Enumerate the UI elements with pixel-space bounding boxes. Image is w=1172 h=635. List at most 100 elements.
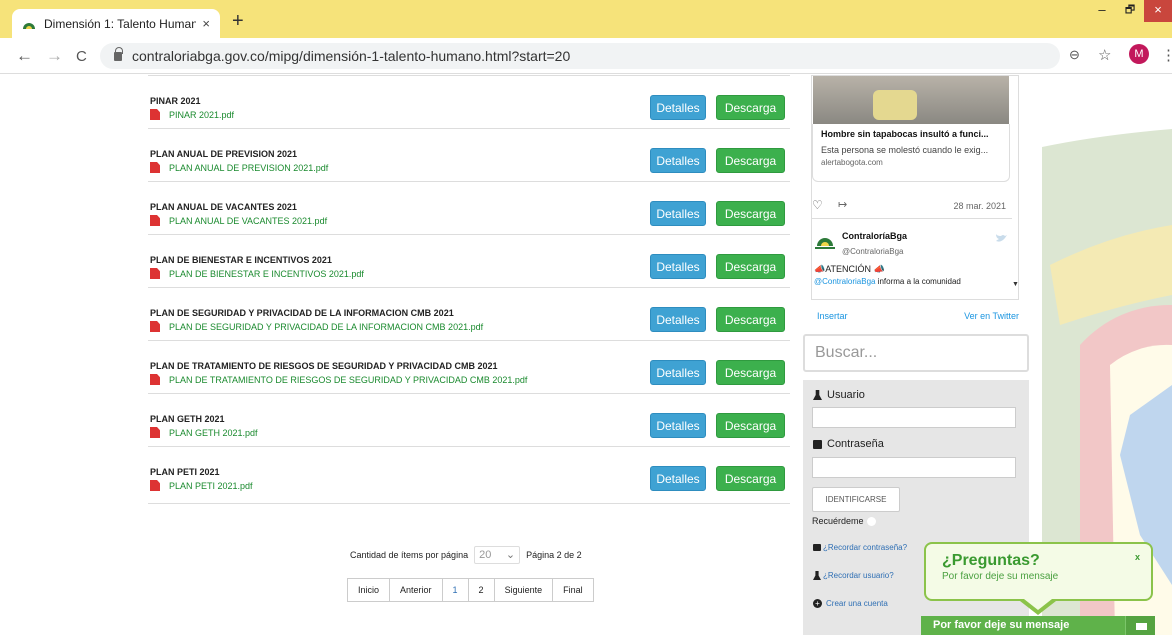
password-field[interactable] [812,457,1016,478]
download-button[interactable]: Descarga [716,201,785,226]
plus-circle-icon: + [813,599,822,608]
tweet-card-image[interactable] [813,76,1009,124]
tab-close-icon[interactable]: × [202,16,210,31]
tweet-handle[interactable]: @ContraloriaBga [842,247,903,256]
download-button[interactable]: Descarga [716,413,785,438]
page-first[interactable]: Inicio [348,579,391,601]
chat-popup[interactable]: ¿Preguntas? Por favor deje su mensaje x [924,542,1153,601]
document-row: PLAN ANUAL DE PREVISION 2021 PLAN ANUAL … [148,128,790,181]
chat-bar[interactable]: Por favor deje su mensaje [921,616,1155,635]
forward-icon[interactable]: → [46,46,63,66]
tweet-card-description: Esta persona se molestó cuando le exig..… [821,145,989,155]
heart-icon[interactable]: ♡ [812,198,823,212]
items-per-page-select[interactable]: 20 ⌄ [474,546,521,564]
forgot-user-link[interactable]: ¿Recordar usuario? [813,571,894,580]
search-input[interactable]: Buscar... [803,334,1029,372]
remember-me-checkbox[interactable] [866,516,876,526]
document-file-name[interactable]: PLAN PETI 2021.pdf [169,481,253,491]
envelope-icon[interactable] [1125,616,1155,635]
document-file-link[interactable]: PLAN DE TRATAMIENTO DE RIESGOS DE SEGURI… [150,374,527,385]
chat-close-icon[interactable]: x [1135,552,1140,562]
details-button[interactable]: Detalles [650,148,706,173]
bookmark-star-icon[interactable]: ☆ [1098,46,1111,64]
download-button[interactable]: Descarga [716,307,785,332]
twitter-timeline: Hombre sin tapabocas insultó a funci... … [811,75,1019,300]
document-file-name[interactable]: PLAN ANUAL DE PREVISION 2021.pdf [169,163,328,173]
reload-icon[interactable]: C [76,48,87,65]
document-row: PLAN ANUAL DE VACANTES 2021 PLAN ANUAL D… [148,181,790,234]
document-file-name[interactable]: PINAR 2021.pdf [169,110,234,120]
forgot-user-text[interactable]: ¿Recordar usuario? [823,571,894,580]
profile-avatar[interactable]: M [1129,44,1149,64]
back-icon[interactable]: ← [16,46,33,66]
tweet-card-url: alertabogota.com [821,158,883,167]
page-2[interactable]: 2 [469,579,495,601]
document-row: PLAN DE SEGURIDAD Y PRIVACIDAD DE LA INF… [148,287,790,340]
document-file-link[interactable]: PLAN DE BIENESTAR E INCENTIVOS 2021.pdf [150,268,364,279]
zoom-icon[interactable]: ⊖ [1069,47,1080,63]
url-field[interactable]: contraloriabga.gov.co/mipg/dimensión-1-t… [100,43,1060,69]
document-file-name[interactable]: PLAN GETH 2021.pdf [169,428,258,438]
details-button[interactable]: Detalles [650,95,706,120]
download-button[interactable]: Descarga [716,148,785,173]
tweet-mention[interactable]: @ContraloriaBga [814,277,875,286]
window-close-icon[interactable]: × [1144,0,1172,22]
document-file-link[interactable]: PLAN PETI 2021.pdf [150,480,253,491]
download-button[interactable]: Descarga [716,466,785,491]
twitter-view-link[interactable]: Ver en Twitter [964,311,1019,321]
tweet-card[interactable]: Hombre sin tapabocas insultó a funci... … [812,124,1010,182]
details-button[interactable]: Detalles [650,307,706,332]
user-icon [813,571,821,580]
login-button[interactable]: IDENTIFICARSE [812,487,900,512]
chat-bar-label: Por favor deje su mensaje [933,619,1070,631]
browser-menu-icon[interactable]: ⋮ [1161,46,1172,64]
document-title: PLAN ANUAL DE VACANTES 2021 [150,202,297,212]
browser-tab[interactable]: Dimensión 1: Talento Humano × [12,9,220,38]
pagination: Inicio Anterior 1 2 Siguiente Final [347,578,594,602]
page-previous[interactable]: Anterior [390,579,443,601]
document-file-link[interactable]: PINAR 2021.pdf [150,109,234,120]
details-button[interactable]: Detalles [650,466,706,491]
details-button[interactable]: Detalles [650,360,706,385]
download-button[interactable]: Descarga [716,254,785,279]
username-label-text: Usuario [827,389,865,401]
username-field[interactable] [812,407,1016,428]
document-file-link[interactable]: PLAN ANUAL DE VACANTES 2021.pdf [150,215,327,226]
download-button[interactable]: Descarga [716,360,785,385]
document-file-name[interactable]: PLAN DE SEGURIDAD Y PRIVACIDAD DE LA INF… [169,322,483,332]
page-last[interactable]: Final [553,579,593,601]
scroll-down-icon[interactable]: ▼ [1012,281,1018,299]
create-account-text[interactable]: Crear una cuenta [826,599,888,608]
document-file-link[interactable]: PLAN ANUAL DE PREVISION 2021.pdf [150,162,328,173]
pdf-icon [150,374,160,385]
new-tab-icon[interactable]: + [232,10,244,33]
pdf-icon [150,109,160,120]
minimize-icon[interactable]: – [1088,0,1116,22]
page-1[interactable]: 1 [443,579,469,601]
document-file-name[interactable]: PLAN DE BIENESTAR E INCENTIVOS 2021.pdf [169,269,364,279]
twitter-bird-icon[interactable] [996,234,1007,243]
document-file-link[interactable]: PLAN GETH 2021.pdf [150,427,258,438]
twitter-insert-link[interactable]: Insertar [817,311,848,321]
browser-tabbar: Dimensión 1: Talento Humano × + – 🗗 × [0,0,1172,38]
document-file-name[interactable]: PLAN DE TRATAMIENTO DE RIESGOS DE SEGURI… [169,375,527,385]
share-icon[interactable]: ↦ [838,198,847,211]
create-account-link[interactable]: + Crear una cuenta [813,599,888,608]
password-label: Contraseña [813,438,884,450]
tweet-date[interactable]: 28 mar. 2021 [953,201,1006,211]
details-button[interactable]: Detalles [650,201,706,226]
tweet-author[interactable]: ContraloríaBga [842,231,907,241]
document-file-link[interactable]: PLAN DE SEGURIDAD Y PRIVACIDAD DE LA INF… [150,321,483,332]
page-next[interactable]: Siguiente [495,579,554,601]
forgot-password-link[interactable]: ¿Recordar contraseña? [813,543,907,552]
document-title: PLAN DE SEGURIDAD Y PRIVACIDAD DE LA INF… [150,308,454,318]
document-row: PINAR 2021 PINAR 2021.pdf Detalles Desca… [148,75,790,128]
forgot-password-text[interactable]: ¿Recordar contraseña? [823,543,907,552]
details-button[interactable]: Detalles [650,413,706,438]
maximize-icon[interactable]: 🗗 [1116,0,1144,22]
document-file-name[interactable]: PLAN ANUAL DE VACANTES 2021.pdf [169,216,327,226]
document-title: PLAN GETH 2021 [150,414,225,424]
download-button[interactable]: Descarga [716,95,785,120]
tweet-text: informa a la comunidad [875,277,961,286]
details-button[interactable]: Detalles [650,254,706,279]
